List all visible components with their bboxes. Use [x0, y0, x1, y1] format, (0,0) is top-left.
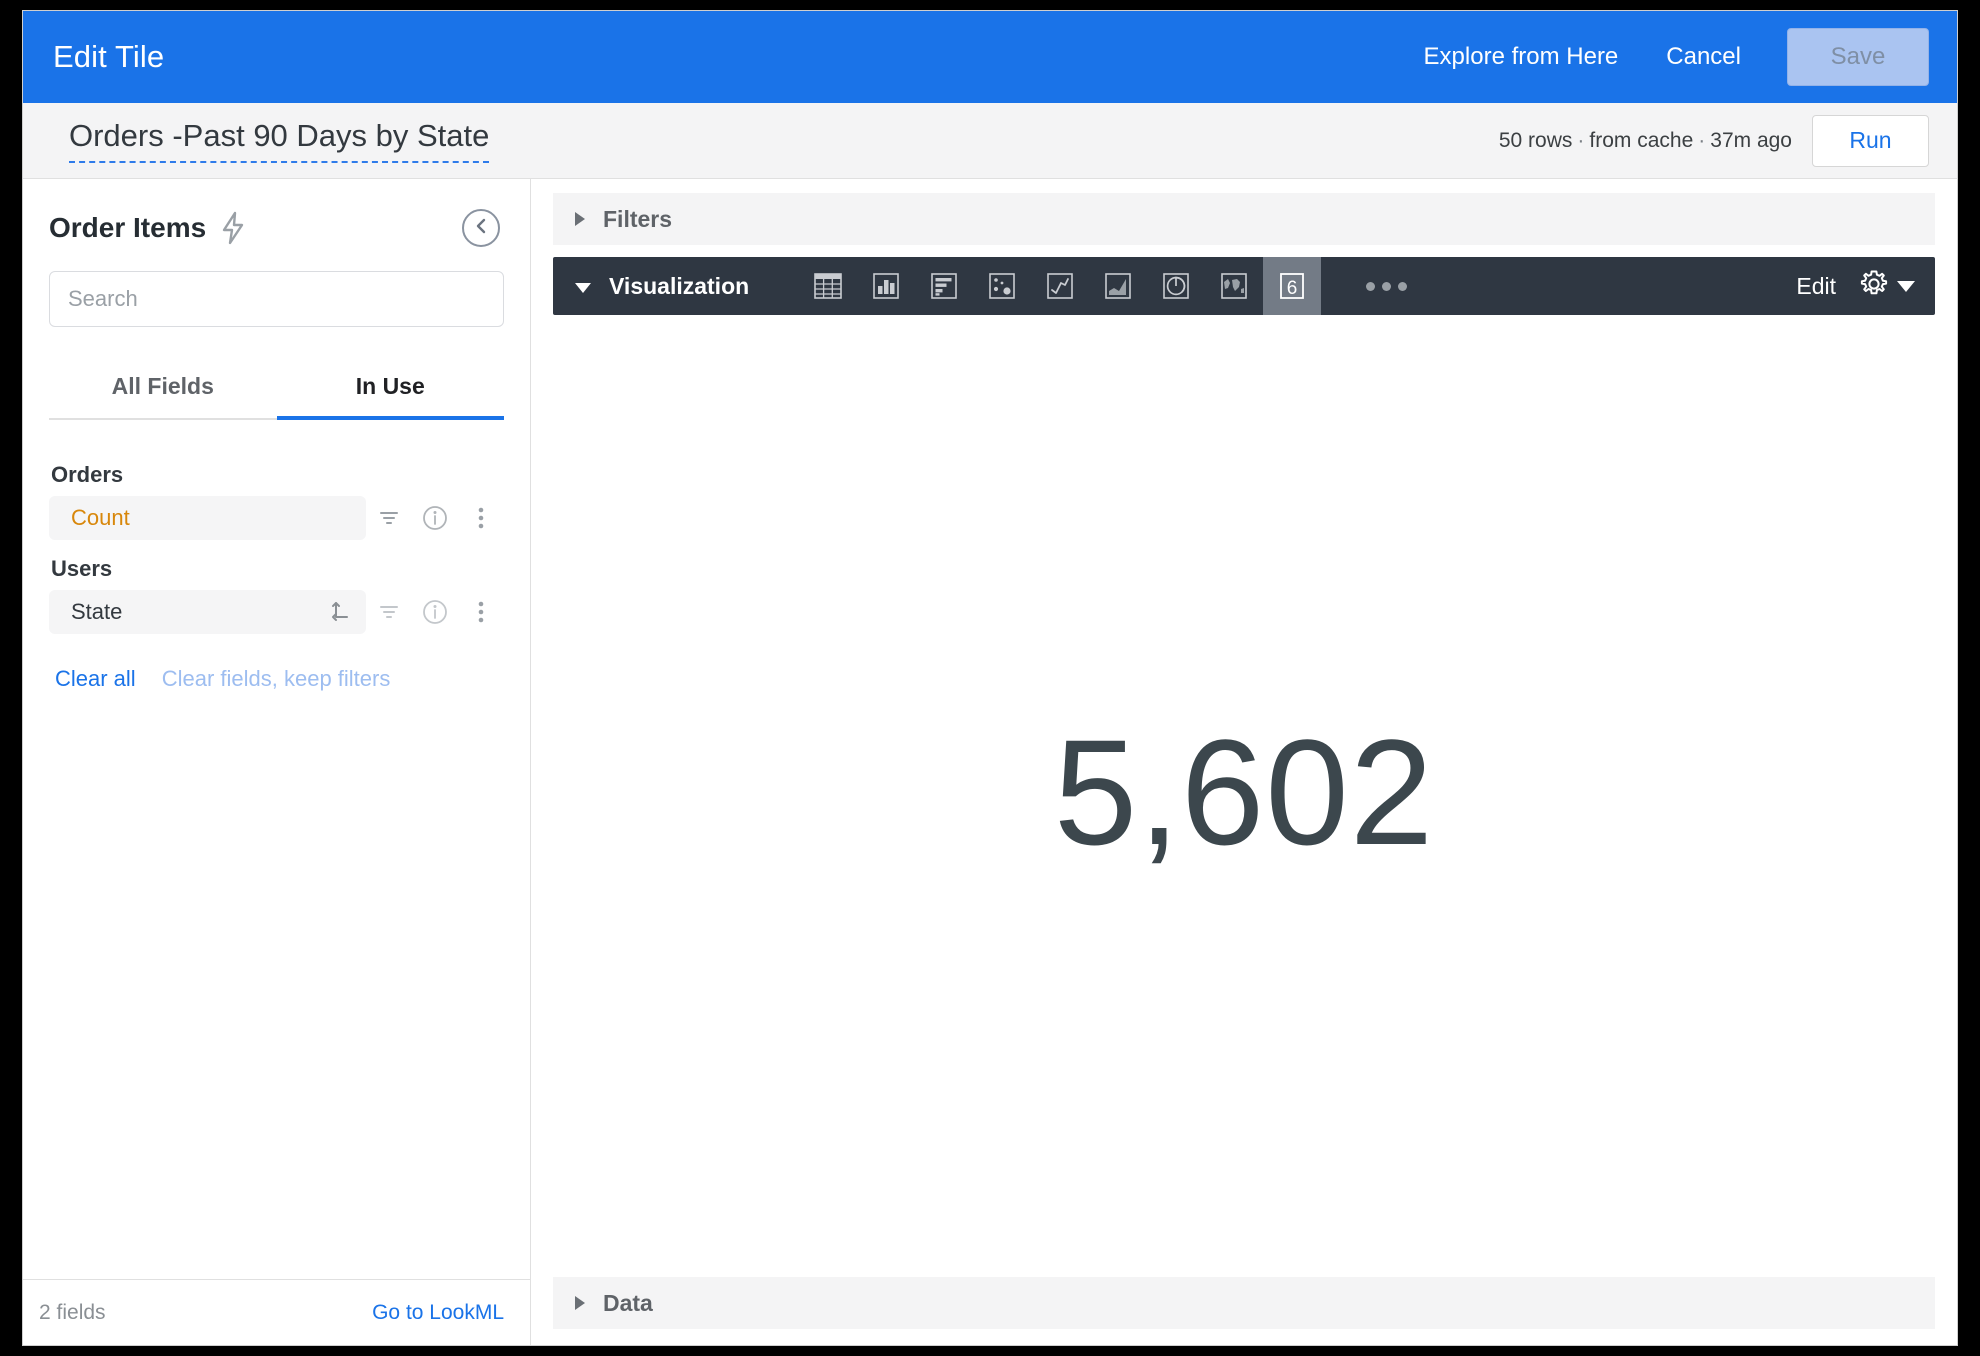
info-icon[interactable]: [412, 496, 458, 540]
dot-3: [1397, 281, 1407, 291]
more-horizontal-icon[interactable]: [1349, 257, 1423, 315]
cache-status-label: from cache: [1589, 128, 1694, 152]
window-header: Edit Tile Explore from Here Cancel Save: [23, 11, 1957, 103]
chevron-right-icon: [575, 212, 585, 226]
cancel-button[interactable]: Cancel: [1642, 33, 1765, 81]
area-chart-icon[interactable]: [1089, 257, 1147, 315]
explore-from-here-button[interactable]: Explore from Here: [1400, 33, 1643, 81]
filter-icon[interactable]: [366, 590, 412, 634]
search-input[interactable]: [49, 271, 504, 327]
field-row-state: State: [49, 590, 504, 634]
filters-section-header[interactable]: Filters: [553, 193, 1935, 245]
header-actions: Explore from Here Cancel Save: [1400, 28, 1929, 86]
explore-name: Order Items: [49, 212, 207, 243]
field-group-users-label: Users: [51, 556, 113, 581]
edit-tile-window: Edit Tile Explore from Here Cancel Save …: [22, 10, 1958, 1346]
overflow-menu-icon[interactable]: [458, 496, 504, 540]
field-row-actions-count: [366, 496, 504, 540]
visualization-section-header: Visualization 6 Edit: [553, 257, 1935, 315]
field-picker-sidebar: Order Items All Fie: [23, 179, 531, 1345]
field-count-label: 2 fields: [39, 1300, 106, 1324]
chart-type-picker: 6: [799, 257, 1322, 315]
dot-1: [1365, 281, 1375, 291]
chevron-down-icon[interactable]: [575, 282, 591, 293]
overflow-menu-icon[interactable]: [458, 590, 504, 634]
chevron-down-icon: [1897, 280, 1915, 292]
tile-subheader: Orders -Past 90 Days by State 50 rows · fr…: [23, 103, 1957, 179]
visualization-actions: Edit: [1796, 268, 1935, 305]
query-status-group: 50 rows · from cache · 37m ago Run: [1499, 114, 1929, 167]
pie-chart-icon[interactable]: [1147, 257, 1205, 315]
edit-visualization-button[interactable]: Edit: [1796, 273, 1836, 300]
field-chip-count[interactable]: Count: [49, 496, 366, 540]
chevron-left-icon: [472, 217, 490, 240]
query-status: 50 rows · from cache · 37m ago: [1499, 129, 1792, 153]
line-chart-icon[interactable]: [1031, 257, 1089, 315]
visualization-canvas: 5,602: [553, 315, 1935, 1269]
field-label-state: State: [71, 599, 123, 624]
run-button[interactable]: Run: [1812, 114, 1929, 167]
query-age-label: 37m ago: [1710, 128, 1792, 152]
column-chart-icon[interactable]: [857, 257, 915, 315]
field-row-actions-state: [366, 590, 504, 634]
filter-icon[interactable]: [366, 496, 412, 540]
field-group-orders-label: Orders: [51, 462, 124, 487]
field-row-count: Count: [49, 496, 504, 540]
go-to-lookml-link[interactable]: Go to LookML: [372, 1301, 504, 1325]
main-panel: Filters Visualization 6 Edit 5,602 Data: [531, 179, 1957, 1345]
tab-in-use[interactable]: In Use: [276, 363, 505, 420]
dot-2: [1381, 281, 1391, 291]
window-body: Order Items All Fie: [23, 179, 1957, 1345]
clear-all-link[interactable]: Clear all: [55, 666, 136, 692]
field-tabs: All Fields In Use: [49, 363, 504, 420]
pivot-icon[interactable]: [328, 599, 354, 625]
lightning-bolt-icon: [220, 211, 246, 245]
tab-all-fields[interactable]: All Fields: [49, 363, 277, 418]
field-list: Orders Count Users State: [23, 420, 530, 636]
svg-text:6: 6: [1287, 278, 1298, 299]
bar-chart-icon[interactable]: [915, 257, 973, 315]
single-value-display: 5,602: [1053, 708, 1435, 876]
row-count-label: 50 rows: [1498, 128, 1573, 152]
map-chart-icon[interactable]: [1205, 257, 1263, 315]
collapse-sidebar-button[interactable]: [462, 209, 500, 247]
field-chip-state[interactable]: State: [49, 590, 366, 634]
table-chart-icon[interactable]: [799, 257, 857, 315]
sidebar-header: Order Items: [23, 179, 530, 257]
visualization-settings-button[interactable]: [1858, 268, 1915, 305]
data-section-header[interactable]: Data: [553, 1277, 1935, 1329]
page-title: Edit Tile: [53, 39, 165, 74]
gear-icon: [1858, 268, 1890, 305]
clear-fields-keep-filters-link[interactable]: Clear fields, keep filters: [162, 666, 391, 692]
tile-title-input[interactable]: Orders -Past 90 Days by State: [69, 118, 490, 164]
meta-separator-2: ·: [1698, 128, 1706, 152]
scatter-chart-icon[interactable]: [973, 257, 1031, 315]
clear-actions: Clear all Clear fields, keep filters: [23, 636, 530, 692]
search-container: [23, 257, 530, 327]
single-value-icon[interactable]: 6: [1263, 257, 1322, 315]
sidebar-footer: 2 fields Go to LookML: [23, 1279, 530, 1345]
data-section-label: Data: [603, 1289, 653, 1316]
meta-separator-1: ·: [1577, 128, 1585, 152]
visualization-section-label: Visualization: [609, 272, 750, 299]
info-icon[interactable]: [412, 590, 458, 634]
save-button[interactable]: Save: [1787, 28, 1929, 86]
chevron-right-icon: [575, 1296, 585, 1310]
field-label-count: Count: [71, 505, 130, 530]
filters-section-label: Filters: [603, 205, 673, 232]
